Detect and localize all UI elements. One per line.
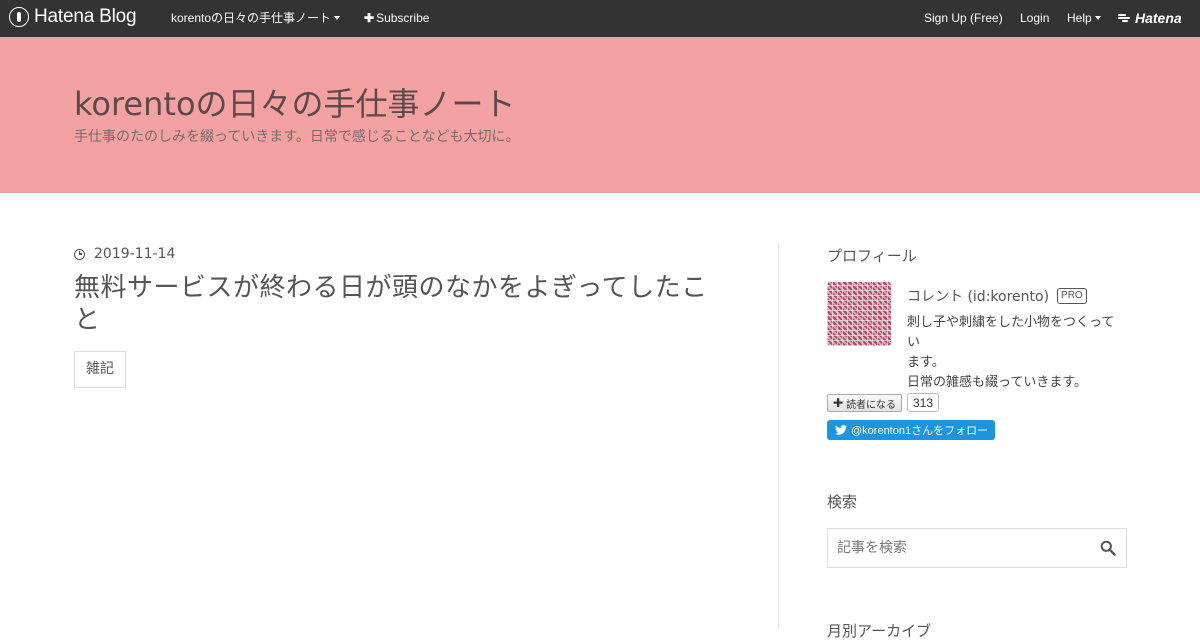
blog-title[interactable]: korentoの日々の手仕事ノート (74, 85, 516, 123)
caret-down-icon (334, 16, 341, 20)
plus-icon: ✚ (833, 396, 844, 410)
bio-line: 刺し子や刺繍をした小物をつくってい (907, 315, 1115, 350)
blog-description: 手仕事のたのしみを綴っていきます。日常で感じることなども大切に。 (74, 129, 520, 145)
clock-icon (74, 248, 85, 260)
archive-heading: 月別アーカイブ (827, 622, 932, 640)
profile-name-text: コレント (id:korento) (907, 289, 1050, 305)
profile-heading: プロフィール (827, 247, 917, 265)
subscribe-label: Subscribe (376, 11, 430, 25)
blog-menu-label: korentoの日々の手仕事ノート (171, 11, 332, 25)
help-label: Help (1067, 11, 1092, 25)
twitter-follow-label: @korenton1さんをフォロー (851, 425, 989, 437)
bio-line: ます。 (907, 355, 945, 370)
help-dropdown[interactable]: Help (1067, 11, 1101, 25)
logo-text: Hatena Blog (34, 6, 137, 27)
profile-bio: 刺し子や刺繍をした小物をつくってい ます。 日常の雑感も綴っていきます。 (907, 313, 1122, 393)
login-link[interactable]: Login (1020, 11, 1049, 25)
global-header: Hatena Blog korentoの日々の手仕事ノート ✚ Subscribe… (0, 0, 1200, 37)
hatena-brand-text: Hatena (1135, 10, 1182, 26)
caret-down-icon (1094, 16, 1101, 20)
entry-date-text: 2019-11-14 (94, 246, 176, 262)
subscribe-button[interactable]: ✚ 読者になる (827, 394, 903, 412)
profile-name[interactable]: コレント (id:korento) PRO (907, 286, 1087, 306)
search-input[interactable] (828, 529, 1097, 567)
entry-title[interactable]: 無料サービスが終わる日が頭のなかをよぎってしたこと (74, 272, 724, 336)
category-tag[interactable]: 雑記 (74, 351, 126, 388)
search-heading: 検索 (827, 493, 858, 511)
blog-header: korentoの日々の手仕事ノート 手仕事のたのしみを綴っていきます。日常で感じ… (0, 37, 1200, 193)
hatena-brand-link[interactable]: Hatena (1118, 10, 1182, 26)
subscribe-link[interactable]: ✚ Subscribe (364, 11, 429, 25)
signup-link[interactable]: Sign Up (Free) (924, 11, 1003, 25)
twitter-bird-icon (835, 425, 847, 435)
twitter-follow-button[interactable]: @korenton1さんをフォロー (827, 420, 995, 440)
hatena-brand-icon (1118, 13, 1132, 23)
bio-line: 日常の雑感も綴っていきます。 (907, 375, 1088, 390)
column-divider (778, 242, 779, 630)
search-icon[interactable] (1100, 540, 1116, 556)
blog-menu-dropdown[interactable]: korentoの日々の手仕事ノート (171, 11, 341, 25)
search-box (827, 528, 1127, 568)
subscribe-button-label: 読者になる (846, 399, 897, 411)
plus-icon: ✚ (364, 11, 375, 25)
pro-badge: PRO (1057, 288, 1087, 304)
subscriber-count[interactable]: 313 (907, 393, 940, 412)
avatar[interactable] (827, 282, 891, 346)
hatena-blog-logo[interactable]: Hatena Blog (9, 6, 137, 27)
hatena-blog-logo-icon (9, 7, 29, 27)
entry-date[interactable]: 2019-11-14 (74, 246, 175, 262)
